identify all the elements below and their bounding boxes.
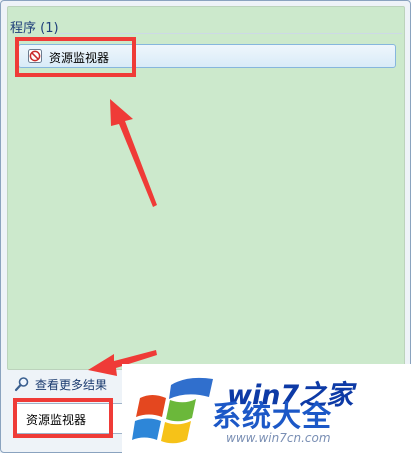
- watermark-cn-text: 系统大全: [212, 399, 333, 433]
- watermark-url: www.win7cn.com: [226, 431, 331, 445]
- watermark-blue-flag-icon: [169, 377, 213, 399]
- start-menu: 程序 (1) 资源监视器 查看更多结果 资源监视器 win7之家 系统大全 ww…: [0, 0, 411, 453]
- arrow-up: [110, 99, 157, 207]
- watermark: win7之家 系统大全 www.win7cn.com: [122, 364, 411, 453]
